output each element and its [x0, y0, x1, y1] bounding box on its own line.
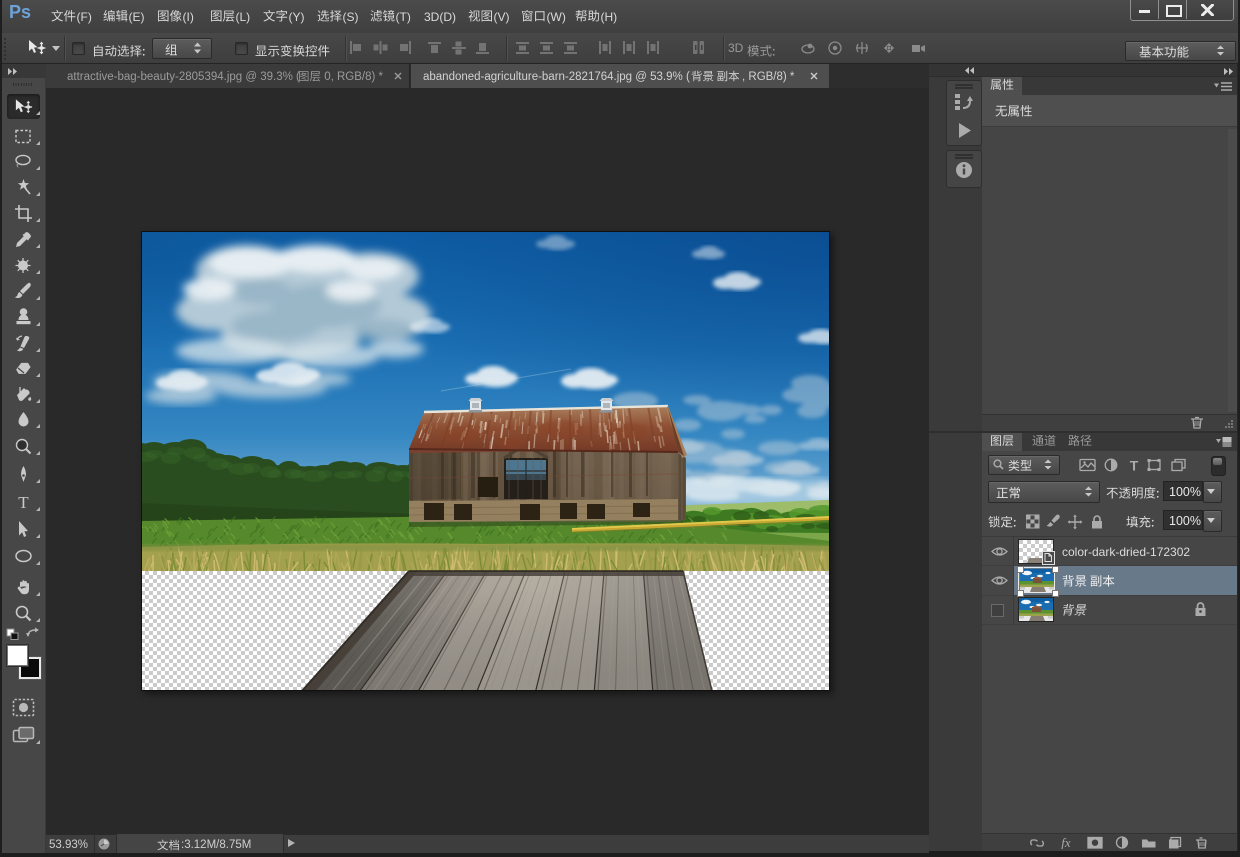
svg-text:fx: fx	[1061, 836, 1071, 849]
svg-text:T: T	[1130, 458, 1139, 472]
svg-text:T: T	[18, 493, 29, 512]
